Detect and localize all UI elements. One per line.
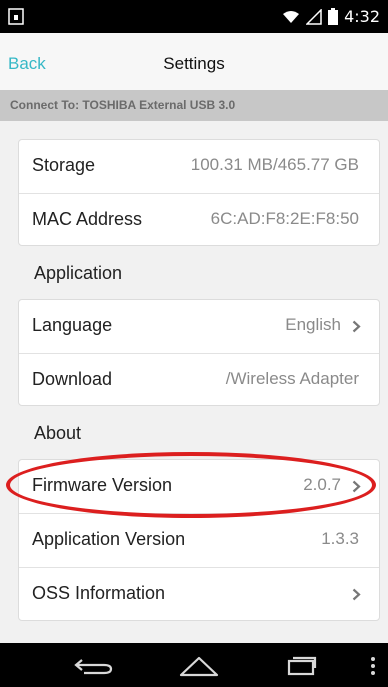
status-time: 4:32 [344,7,380,26]
language-row[interactable]: Language English [19,300,379,353]
language-value: English [285,315,341,334]
mac-address-label: MAC Address [32,209,143,229]
application-version-label: Application Version [32,529,186,549]
storage-value: 100.31 MB/465.77 GB [190,155,359,174]
about-card: Firmware Version 2.0.7 Application Versi… [18,459,380,621]
application-version-value: 1.3.3 [321,529,359,548]
menu-icon[interactable] [370,656,376,676]
top-nav-bar: Back Settings [0,33,388,90]
page-title: Settings [163,54,225,73]
firmware-version-row[interactable]: Firmware Version 2.0.7 [19,460,379,513]
connection-status-bar: Connect To: TOSHIBA External USB 3.0 [0,90,388,121]
mac-address-value: 6C:AD:F8:2E:F8:50 [210,209,359,228]
application-section-heading: Application [34,263,123,283]
home-icon[interactable] [178,655,220,677]
notification-icon [8,8,24,25]
chevron-right-icon [352,320,361,333]
mac-address-row: MAC Address 6C:AD:F8:2E:F8:50 [19,194,379,247]
application-card: Language English Download /Wireless Adap… [18,299,380,406]
firmware-version-value: 2.0.7 [303,475,341,494]
storage-row: Storage 100.31 MB/465.77 GB [19,140,379,193]
chevron-right-icon [352,588,361,601]
wifi-icon [283,10,300,23]
status-icons: 4:32 [282,7,380,26]
download-label: Download [32,369,113,389]
oss-information-label: OSS Information [32,583,166,603]
settings-content: Storage 100.31 MB/465.77 GB MAC Address … [0,121,388,643]
download-value: /Wireless Adapter [225,369,359,388]
firmware-version-label: Firmware Version [32,475,173,495]
signal-icon [306,8,322,25]
about-section-heading: About [34,423,82,443]
download-row[interactable]: Download /Wireless Adapter [19,354,379,407]
back-icon[interactable] [74,655,114,677]
status-bar: 4:32 [0,0,388,33]
recent-apps-icon[interactable] [287,654,317,676]
chevron-right-icon [352,480,361,493]
application-version-row: Application Version 1.3.3 [19,514,379,567]
battery-icon [328,8,339,25]
system-nav-bar [0,643,388,687]
language-label: Language [32,315,113,335]
storage-label: Storage [32,155,96,175]
device-info-card: Storage 100.31 MB/465.77 GB MAC Address … [18,139,380,246]
oss-information-row[interactable]: OSS Information [19,568,379,621]
